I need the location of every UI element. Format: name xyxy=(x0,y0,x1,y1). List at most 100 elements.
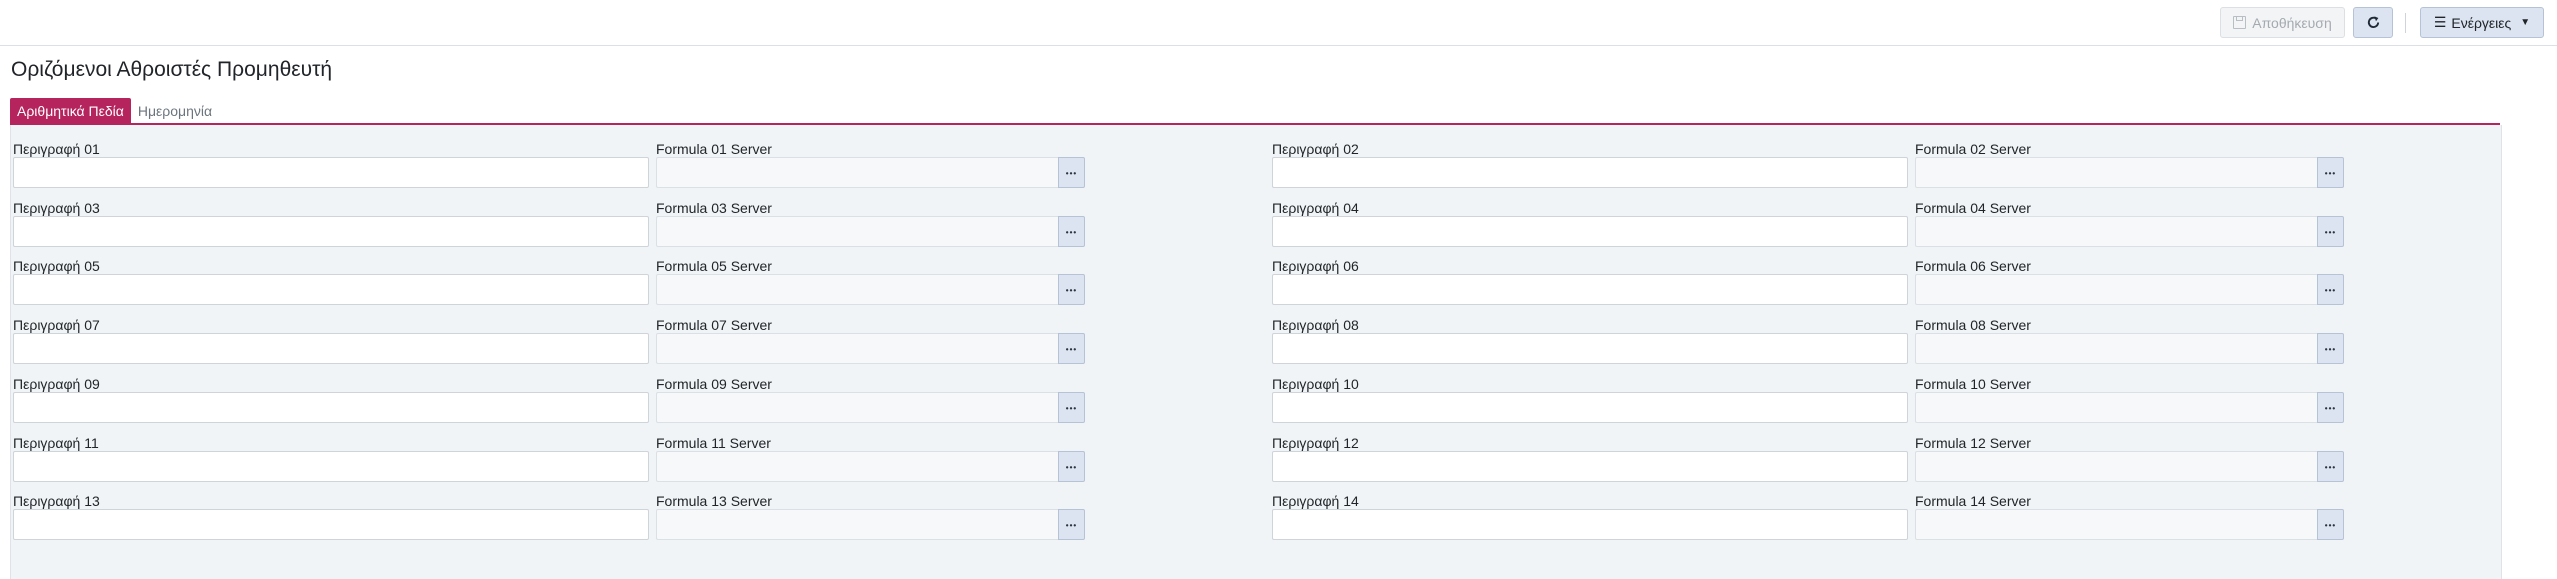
formula-label-09: Formula 09 Server xyxy=(656,376,772,392)
formula-edit-button-07[interactable]: ••• xyxy=(1058,333,1085,364)
ellipsis-icon: ••• xyxy=(2324,286,2337,295)
formula-edit-button-06[interactable]: ••• xyxy=(2317,274,2344,305)
formula-edit-button-01[interactable]: ••• xyxy=(1058,157,1085,188)
ellipsis-icon: ••• xyxy=(2324,345,2337,354)
description-input-13[interactable] xyxy=(13,509,649,540)
ellipsis-icon: ••• xyxy=(2324,404,2337,413)
ellipsis-icon: ••• xyxy=(1065,169,1078,178)
description-input-11[interactable] xyxy=(13,451,649,482)
actions-dropdown-button[interactable]: ☰ Ενέργειες ▼ xyxy=(2420,7,2544,38)
caret-down-icon: ▼ xyxy=(2520,17,2531,28)
description-input-10[interactable] xyxy=(1272,392,1908,423)
ellipsis-icon: ••• xyxy=(1065,228,1078,237)
ellipsis-icon: ••• xyxy=(2324,463,2337,472)
formula-edit-button-02[interactable]: ••• xyxy=(2317,157,2344,188)
description-label-03: Περιγραφή 03 xyxy=(13,200,100,216)
description-label-01: Περιγραφή 01 xyxy=(13,141,100,157)
description-input-08[interactable] xyxy=(1272,333,1908,364)
formula-input-05[interactable] xyxy=(656,274,1058,305)
description-label-06: Περιγραφή 06 xyxy=(1272,258,1359,274)
formula-input-06[interactable] xyxy=(1915,274,2317,305)
ellipsis-icon: ••• xyxy=(1065,521,1078,530)
ellipsis-icon: ••• xyxy=(1065,345,1078,354)
formula-edit-button-03[interactable]: ••• xyxy=(1058,216,1085,247)
description-label-08: Περιγραφή 08 xyxy=(1272,317,1359,333)
formula-label-03: Formula 03 Server xyxy=(656,200,772,216)
description-input-04[interactable] xyxy=(1272,216,1908,247)
refresh-icon xyxy=(2367,16,2379,28)
description-input-09[interactable] xyxy=(13,392,649,423)
ellipsis-icon: ••• xyxy=(2324,521,2337,530)
formula-edit-button-14[interactable]: ••• xyxy=(2317,509,2344,540)
formula-input-14[interactable] xyxy=(1915,509,2317,540)
description-input-14[interactable] xyxy=(1272,509,1908,540)
formula-edit-button-04[interactable]: ••• xyxy=(2317,216,2344,247)
ellipsis-icon: ••• xyxy=(2324,169,2337,178)
formula-input-10[interactable] xyxy=(1915,392,2317,423)
formula-label-02: Formula 02 Server xyxy=(1915,141,2031,157)
description-label-04: Περιγραφή 04 xyxy=(1272,200,1359,216)
formula-label-14: Formula 14 Server xyxy=(1915,493,2031,509)
formula-input-08[interactable] xyxy=(1915,333,2317,364)
description-label-14: Περιγραφή 14 xyxy=(1272,493,1359,509)
formula-edit-button-12[interactable]: ••• xyxy=(2317,451,2344,482)
ellipsis-icon: ••• xyxy=(2324,228,2337,237)
toolbar-divider xyxy=(2405,13,2406,33)
floppy-disk-icon xyxy=(2233,16,2247,29)
formula-edit-button-11[interactable]: ••• xyxy=(1058,451,1085,482)
description-label-05: Περιγραφή 05 xyxy=(13,258,100,274)
formula-input-11[interactable] xyxy=(656,451,1058,482)
formula-label-10: Formula 10 Server xyxy=(1915,376,2031,392)
tab-numeric-fields[interactable]: Αριθμητικά Πεδία xyxy=(10,98,131,124)
formula-input-13[interactable] xyxy=(656,509,1058,540)
formula-input-09[interactable] xyxy=(656,392,1058,423)
formula-input-04[interactable] xyxy=(1915,216,2317,247)
form-panel: Περιγραφή 01 Formula 01 Server ••• Περιγραφ… xyxy=(10,125,2502,579)
description-input-03[interactable] xyxy=(13,216,649,247)
refresh-button[interactable] xyxy=(2353,7,2393,38)
bars-icon: ☰ xyxy=(2433,14,2447,30)
description-input-07[interactable] xyxy=(13,333,649,364)
description-label-10: Περιγραφή 10 xyxy=(1272,376,1359,392)
ellipsis-icon: ••• xyxy=(1065,286,1078,295)
formula-edit-button-05[interactable]: ••• xyxy=(1058,274,1085,305)
formula-input-01[interactable] xyxy=(656,157,1058,188)
formula-label-05: Formula 05 Server xyxy=(656,258,772,274)
description-input-05[interactable] xyxy=(13,274,649,305)
tab-bar: Αριθμητικά Πεδία Ημερομηνία xyxy=(10,98,219,124)
description-label-02: Περιγραφή 02 xyxy=(1272,141,1359,157)
formula-label-07: Formula 07 Server xyxy=(656,317,772,333)
description-input-06[interactable] xyxy=(1272,274,1908,305)
description-label-11: Περιγραφή 11 xyxy=(13,435,99,451)
formula-input-07[interactable] xyxy=(656,333,1058,364)
formula-label-12: Formula 12 Server xyxy=(1915,435,2031,451)
top-toolbar: Αποθήκευση ☰ Ενέργειες ▼ xyxy=(0,0,2557,46)
save-button[interactable]: Αποθήκευση xyxy=(2220,7,2345,38)
ellipsis-icon: ••• xyxy=(1065,404,1078,413)
formula-edit-button-10[interactable]: ••• xyxy=(2317,392,2344,423)
formula-label-04: Formula 04 Server xyxy=(1915,200,2031,216)
formula-input-03[interactable] xyxy=(656,216,1058,247)
description-input-02[interactable] xyxy=(1272,157,1908,188)
formula-label-11: Formula 11 Server xyxy=(656,435,771,451)
description-label-12: Περιγραφή 12 xyxy=(1272,435,1359,451)
actions-button-label: Ενέργειες xyxy=(2451,14,2512,31)
description-label-09: Περιγραφή 09 xyxy=(13,376,100,392)
formula-edit-button-13[interactable]: ••• xyxy=(1058,509,1085,540)
formula-label-08: Formula 08 Server xyxy=(1915,317,2031,333)
formula-edit-button-09[interactable]: ••• xyxy=(1058,392,1085,423)
ellipsis-icon: ••• xyxy=(1065,463,1078,472)
formula-label-13: Formula 13 Server xyxy=(656,493,772,509)
formula-input-02[interactable] xyxy=(1915,157,2317,188)
page-title: Οριζόμενοι Αθροιστές Προμηθευτή xyxy=(11,58,333,81)
description-input-01[interactable] xyxy=(13,157,649,188)
tab-date[interactable]: Ημερομηνία xyxy=(131,98,219,124)
formula-label-06: Formula 06 Server xyxy=(1915,258,2031,274)
formula-label-01: Formula 01 Server xyxy=(656,141,772,157)
description-label-13: Περιγραφή 13 xyxy=(13,493,100,509)
formula-edit-button-08[interactable]: ••• xyxy=(2317,333,2344,364)
description-input-12[interactable] xyxy=(1272,451,1908,482)
save-button-label: Αποθήκευση xyxy=(2252,14,2332,31)
description-label-07: Περιγραφή 07 xyxy=(13,317,100,333)
formula-input-12[interactable] xyxy=(1915,451,2317,482)
